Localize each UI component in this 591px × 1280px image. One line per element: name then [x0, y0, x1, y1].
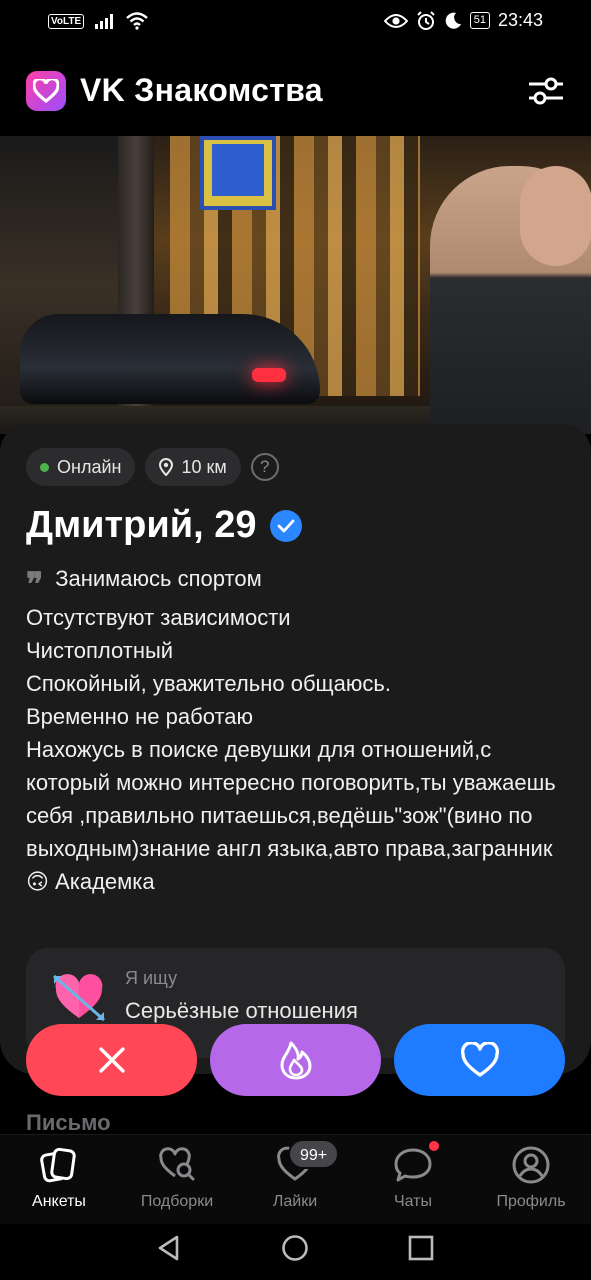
close-icon	[98, 1047, 125, 1073]
heart-arrow-icon	[53, 974, 105, 1022]
app-title: VK Знакомства	[80, 72, 323, 108]
next-section-peek: Письмо	[26, 1110, 111, 1135]
profile-photo[interactable]	[0, 136, 591, 434]
wifi-icon	[126, 12, 148, 30]
online-status: Онлайн	[57, 456, 122, 477]
eye-icon	[383, 13, 408, 28]
status-bar: VoLTE 51 23:43	[0, 0, 591, 44]
nav-item-podborki[interactable]: Подборки	[118, 1135, 236, 1225]
moon-icon	[445, 12, 461, 29]
chat-bubble-icon	[394, 1148, 432, 1182]
alarm-icon	[416, 10, 435, 30]
nav-item-profil[interactable]: Профиль	[472, 1135, 590, 1225]
home-icon[interactable]	[281, 1234, 309, 1262]
back-icon[interactable]	[155, 1234, 183, 1262]
like-button[interactable]	[394, 1024, 565, 1096]
looking-for-label: Я ищу	[125, 968, 178, 988]
nav-label-ankety: Анкеты	[32, 1193, 86, 1210]
system-navigation-bar	[0, 1224, 591, 1280]
likes-badge: 99+	[288, 1139, 340, 1169]
profile-bio: ❞ Занимаюсь спортом Отсутствуют зависимос…	[26, 562, 566, 898]
volte-indicator: VoLTE	[48, 13, 85, 29]
bottom-navigation: Анкеты Подборки 99+ Лайки Чаты Профиль	[0, 1134, 591, 1224]
recents-icon[interactable]	[407, 1234, 435, 1262]
heart-logo-icon	[26, 71, 66, 111]
bio-text: Занимаюсь спортом Отсутствуют зависимост…	[26, 566, 556, 894]
profile-card: Онлайн 10 км ? Дмитрий, 29 ❞ Занимаюсь сп…	[0, 424, 591, 1074]
verified-icon	[270, 509, 303, 542]
cards-icon	[40, 1147, 76, 1183]
signal-icon	[95, 14, 114, 29]
nav-label-podborki: Подборки	[140, 1193, 214, 1210]
dislike-button[interactable]	[26, 1024, 197, 1096]
filter-button[interactable]	[527, 72, 565, 110]
location-pin-icon	[159, 458, 174, 476]
chats-unread-dot	[429, 1141, 439, 1151]
nav-item-laiki[interactable]: 99+ Лайки	[236, 1135, 354, 1225]
looking-for-value: Серьёзные отношения	[125, 998, 358, 1023]
distance-value: 10 км	[181, 456, 227, 477]
profile-name: Дмитрий, 29	[26, 504, 257, 546]
battery-indicator: 51	[469, 12, 490, 29]
super-like-button[interactable]	[210, 1024, 381, 1096]
clock: 23:43	[497, 10, 543, 30]
sliders-icon	[529, 77, 563, 105]
online-dot	[40, 462, 49, 472]
help-icon[interactable]: ?	[250, 453, 279, 481]
online-chip: Онлайн	[26, 448, 136, 486]
user-circle-icon	[512, 1146, 550, 1184]
quote-icon: ❞	[26, 565, 44, 603]
nav-label-laiki: Лайки	[272, 1193, 318, 1210]
heart-search-icon	[159, 1147, 195, 1181]
flame-icon	[280, 1041, 311, 1080]
car	[20, 314, 320, 404]
nav-item-ankety[interactable]: Анкеты	[0, 1135, 118, 1225]
heart-icon	[460, 1042, 499, 1077]
nav-label-chaty: Чаты	[393, 1193, 433, 1210]
distance-chip: 10 км	[145, 448, 241, 486]
nav-label-profil: Профиль	[496, 1193, 566, 1210]
app-header: VK Знакомства	[0, 44, 591, 136]
nav-item-chaty[interactable]: Чаты	[354, 1135, 472, 1225]
